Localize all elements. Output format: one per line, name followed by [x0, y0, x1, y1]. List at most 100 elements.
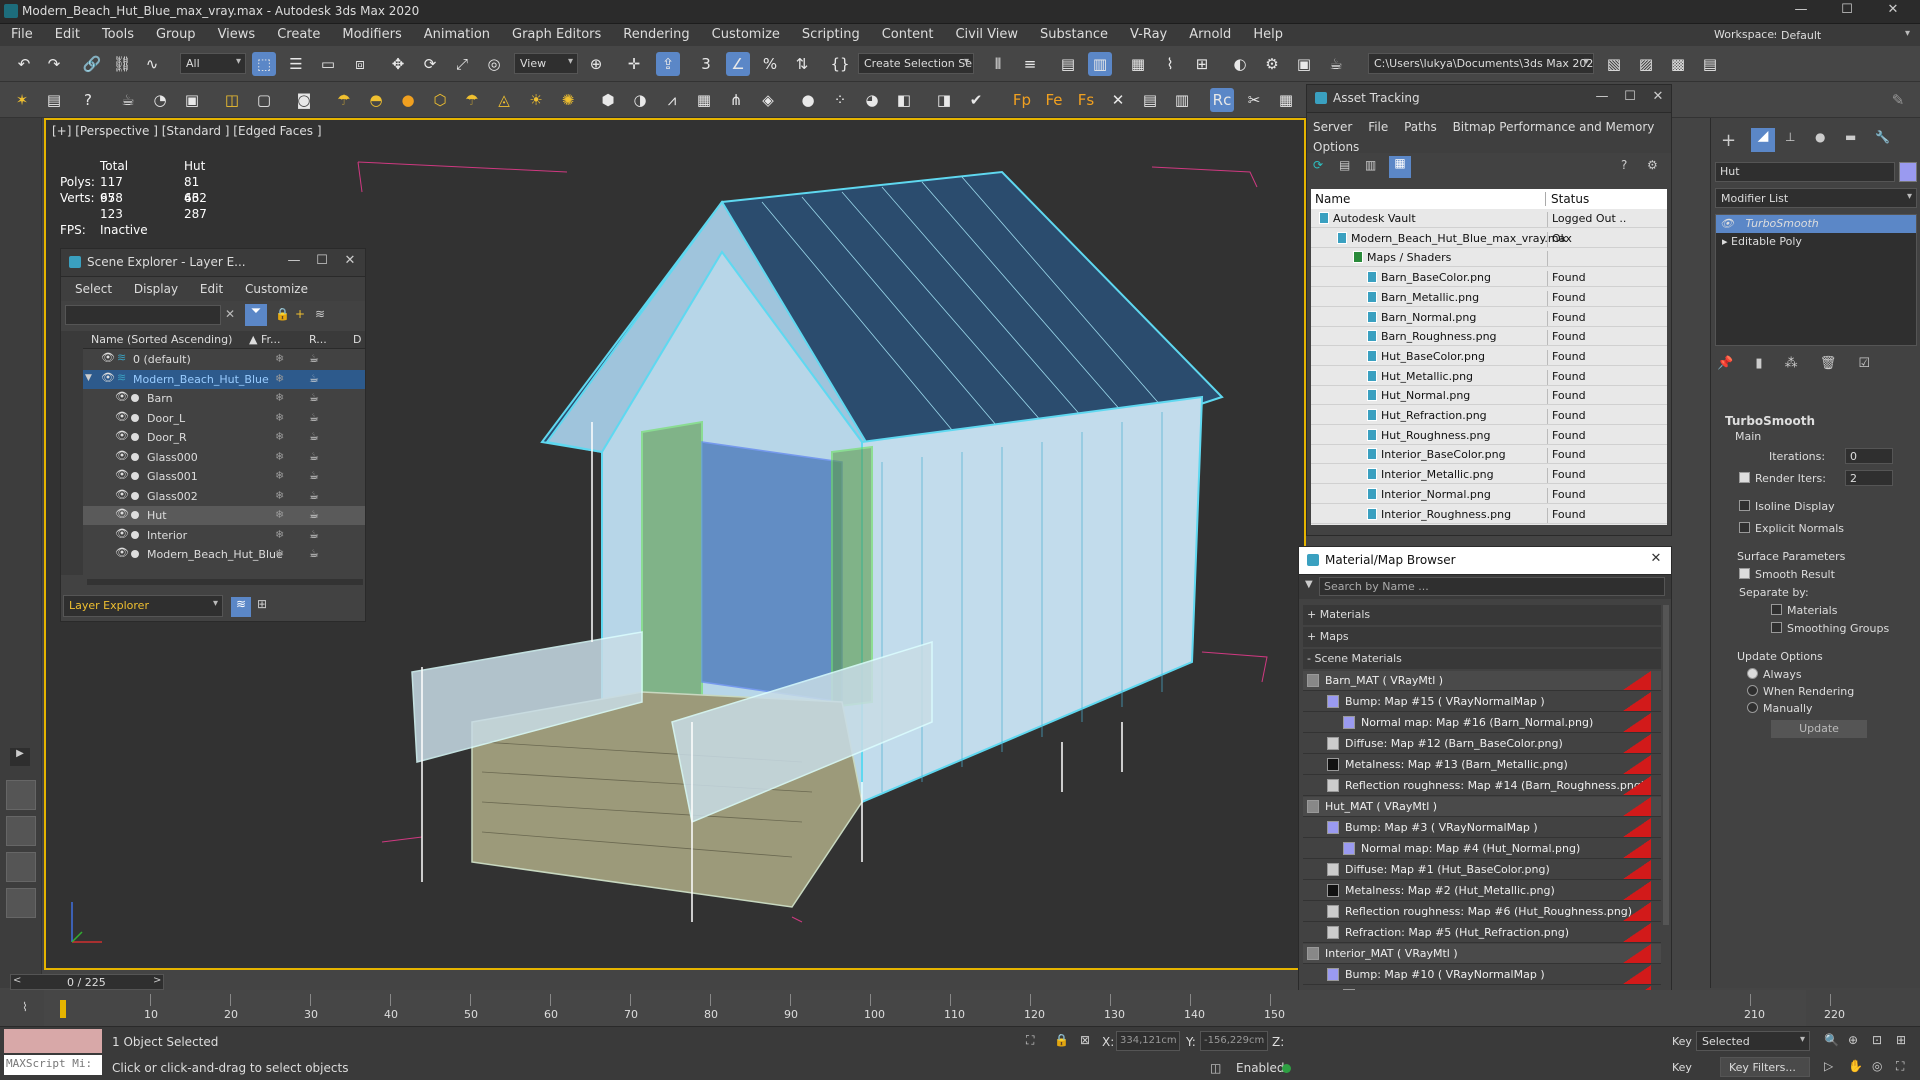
- asset-row[interactable]: Hut_Normal.png Found: [1311, 386, 1667, 406]
- make-unique-icon[interactable]: ⁂: [1785, 356, 1798, 371]
- render-setup-icon[interactable]: ⚙: [1260, 52, 1284, 76]
- help-icon[interactable]: ?: [1621, 158, 1627, 172]
- map-row[interactable]: Normal map: Map #16 (Barn_Normal.png): [1303, 713, 1661, 733]
- project-settings-icon[interactable]: ▤: [1698, 52, 1722, 76]
- open-project-icon[interactable]: ▨: [1634, 52, 1658, 76]
- col-asset-status[interactable]: Status: [1545, 192, 1589, 206]
- pivot-center-icon[interactable]: ⊕: [584, 52, 608, 76]
- zoom-all-icon[interactable]: ⊕: [1848, 1033, 1858, 1047]
- menu-substance[interactable]: Substance: [1029, 24, 1119, 42]
- scene-tree-row[interactable]: 👁 Glass002 ❄ ☕: [83, 487, 365, 506]
- scene-explorer-search[interactable]: [65, 305, 221, 325]
- create-tab-icon[interactable]: +: [1721, 130, 1736, 151]
- layer-explorer-icon[interactable]: ≋: [231, 597, 251, 617]
- sphere-fade-icon[interactable]: ◑: [628, 88, 652, 112]
- table-view-icon[interactable]: ▦: [1389, 156, 1411, 178]
- filter-icon[interactable]: ⏷: [245, 304, 267, 326]
- freeze-icon[interactable]: ❄: [275, 469, 284, 482]
- map-row[interactable]: Bump: Map #10 ( VRayNormalMap ): [1303, 965, 1661, 985]
- rendered-frame-window-icon[interactable]: ▣: [1292, 52, 1316, 76]
- menu-views[interactable]: Views: [207, 24, 267, 42]
- brush-icon[interactable]: ✎: [1886, 88, 1910, 112]
- scene-explorer-scrollbar[interactable]: [87, 579, 363, 585]
- menu-arnold[interactable]: Arnold: [1178, 24, 1242, 42]
- render-teapot-icon[interactable]: ☕: [309, 430, 319, 443]
- maximize-button[interactable]: ☐: [1824, 2, 1870, 22]
- asset-tracking-minimize[interactable]: —: [1591, 89, 1613, 104]
- enabled-indicator[interactable]: [1282, 1064, 1291, 1073]
- frame-buffer-icon[interactable]: ◨: [932, 88, 956, 112]
- reference-coordinate-dropdown[interactable]: View: [514, 53, 578, 74]
- multi-material-icon[interactable]: ⁘: [828, 88, 852, 112]
- hierarchy-tab-icon[interactable]: ⊥: [1785, 130, 1795, 144]
- material-editor-icon[interactable]: ◐: [1228, 52, 1252, 76]
- detail-view-icon[interactable]: ▥: [1365, 158, 1376, 172]
- asset-row[interactable]: Hut_Metallic.png Found: [1311, 367, 1667, 386]
- list-view-icon[interactable]: ▤: [1339, 158, 1350, 172]
- menu-rendering[interactable]: Rendering: [612, 24, 700, 42]
- search-options-icon[interactable]: ▼: [1305, 579, 1313, 590]
- link-icon[interactable]: 🔗: [80, 52, 104, 76]
- menu-create[interactable]: Create: [266, 24, 331, 42]
- map-row[interactable]: Metalness: Map #13 (Barn_Metallic.png): [1303, 755, 1661, 775]
- when-rendering-radio[interactable]: [1747, 685, 1758, 696]
- select-by-name-icon[interactable]: ☰: [284, 52, 308, 76]
- create-project-icon[interactable]: ▩: [1666, 52, 1690, 76]
- select-manipulate-icon[interactable]: ✛: [622, 52, 646, 76]
- asset-row[interactable]: Barn_Metallic.png Found: [1311, 288, 1667, 307]
- scene-tree-row[interactable]: 👁 Glass001 ❄ ☕: [83, 467, 365, 486]
- project-folder-icon[interactable]: ▧: [1602, 52, 1626, 76]
- menu-help[interactable]: Help: [1242, 24, 1294, 42]
- angle-snap-icon[interactable]: ∠: [726, 52, 750, 76]
- object-name-field[interactable]: Hut: [1715, 162, 1895, 182]
- stack-item-turbosmooth[interactable]: 👁 TurboSmooth: [1716, 215, 1916, 233]
- manually-radio[interactable]: [1747, 702, 1758, 713]
- scene-explorer-minimize[interactable]: —: [283, 253, 305, 268]
- asset-row[interactable]: Interior_Roughness.png Found: [1311, 505, 1667, 524]
- object-color-swatch[interactable]: [1899, 162, 1917, 182]
- se-menu-edit[interactable]: Edit: [200, 282, 223, 296]
- help-icon[interactable]: ?: [76, 88, 100, 112]
- scene-tree-row[interactable]: 👁 Hut ❄ ☕: [83, 506, 365, 525]
- se-menu-customize[interactable]: Customize: [245, 282, 308, 296]
- time-slider-next[interactable]: >: [153, 975, 161, 986]
- modify-tab-icon[interactable]: ◢: [1751, 128, 1775, 152]
- at-menu-server[interactable]: Server: [1313, 120, 1352, 134]
- render-iters-spinner[interactable]: 2: [1845, 470, 1893, 486]
- material-row[interactable]: Interior_MAT ( VRayMtl ): [1303, 944, 1661, 964]
- layout-3-icon[interactable]: [6, 852, 36, 882]
- iterations-spinner[interactable]: 0: [1845, 448, 1893, 464]
- orbit-icon[interactable]: ◎: [1872, 1059, 1882, 1073]
- isolate-icon[interactable]: ⛶: [1026, 1033, 1034, 1048]
- absolute-mode-icon[interactable]: ⊠: [1080, 1033, 1090, 1047]
- light-lister-icon[interactable]: ◫: [220, 88, 244, 112]
- scene-tree-row[interactable]: 👁 Door_L ❄ ☕: [83, 409, 365, 428]
- ambient-light-icon[interactable]: ◬: [492, 88, 516, 112]
- at-menu-paths[interactable]: Paths: [1404, 120, 1437, 134]
- asset-row[interactable]: Hut_Roughness.png Found: [1311, 426, 1667, 445]
- pin-stack-icon[interactable]: 📌: [1717, 356, 1733, 371]
- layout-2-icon[interactable]: [6, 816, 36, 846]
- scene-tree-row[interactable]: 👁 Modern_Beach_Hut_Blue ❄ ☕: [83, 545, 365, 564]
- maximize-viewport-icon[interactable]: ⛶: [1896, 1059, 1904, 1074]
- visibility-eye-icon[interactable]: 👁: [115, 390, 129, 403]
- fe-icon[interactable]: Fe: [1042, 88, 1066, 112]
- visibility-eye-icon[interactable]: 👁: [101, 351, 115, 364]
- material-converter-icon[interactable]: ◕: [860, 88, 884, 112]
- volume-grid-icon[interactable]: ◈: [756, 88, 780, 112]
- edit-named-sets-icon[interactable]: {}: [828, 52, 852, 76]
- at-menu-bitmap-performance[interactable]: Bitmap Performance and Memory: [1453, 120, 1655, 134]
- proxy-icon[interactable]: ⬢: [596, 88, 620, 112]
- light-omni-icon[interactable]: ☂: [332, 88, 356, 112]
- adaptive-degradation-icon[interactable]: ◫: [1210, 1061, 1221, 1075]
- at-menu-options[interactable]: Options: [1313, 140, 1359, 154]
- scene-tree-row[interactable]: 👁 Barn ❄ ☕: [83, 389, 365, 408]
- asset-row[interactable]: Interior_Metallic.png Found: [1311, 465, 1667, 485]
- col-name[interactable]: Name (Sorted Ascending): [91, 333, 232, 346]
- time-slider-prev[interactable]: <: [13, 975, 21, 986]
- menu-customize[interactable]: Customize: [701, 24, 791, 42]
- scale-icon[interactable]: ⤢: [450, 52, 474, 76]
- always-radio[interactable]: [1747, 668, 1758, 679]
- render-production-icon[interactable]: ☕: [1324, 52, 1348, 76]
- list-icon[interactable]: ▤: [42, 88, 66, 112]
